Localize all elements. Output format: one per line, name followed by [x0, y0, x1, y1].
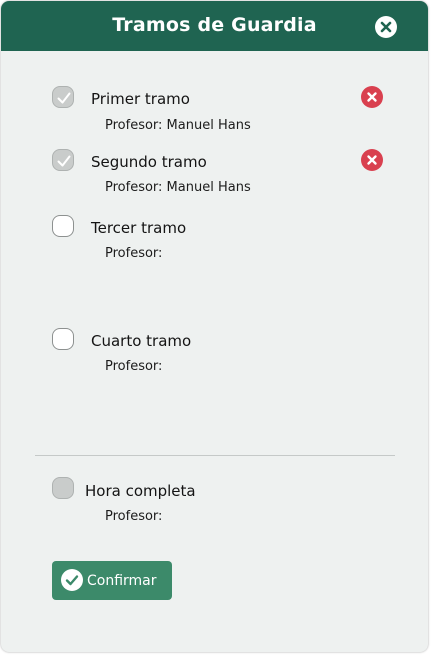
close-button[interactable] [375, 16, 397, 38]
checkbox-tercer-tramo[interactable] [52, 215, 74, 237]
checkbox-cuarto-tramo[interactable] [52, 328, 74, 350]
check-circle-icon [61, 569, 83, 591]
dialog-title: Tramos de Guardia [112, 14, 317, 36]
checkbox-primer-tramo[interactable] [52, 86, 74, 108]
teacher-label-tercer: Profesor: [105, 246, 163, 261]
teacher-label-full-hour: Profesor: [105, 509, 163, 524]
tramo-label-tercer: Tercer tramo [91, 219, 187, 237]
close-icon [367, 92, 377, 102]
teacher-label-cuarto: Profesor: [105, 359, 163, 374]
tramos-dialog: Tramos de Guardia Primer tramo Profesor:… [1, 1, 428, 652]
tramo-label-cuarto: Cuarto tramo [91, 332, 192, 350]
remove-primer-tramo-button[interactable] [361, 86, 383, 108]
remove-segundo-tramo-button[interactable] [361, 149, 383, 171]
confirm-label: Confirmar [87, 573, 157, 589]
close-icon [367, 155, 377, 165]
full-hour-label: Hora completa [85, 482, 196, 500]
dialog-header: Tramos de Guardia [1, 1, 428, 51]
confirm-button[interactable]: Confirmar [52, 561, 172, 600]
divider [35, 455, 395, 456]
tramo-label-segundo: Segundo tramo [91, 153, 207, 171]
check-icon [57, 92, 71, 104]
close-icon [380, 21, 392, 33]
checkbox-segundo-tramo[interactable] [52, 149, 74, 171]
teacher-label-primer: Profesor: Manuel Hans [105, 118, 251, 133]
check-icon [57, 155, 71, 167]
tramo-label-primer: Primer tramo [91, 90, 190, 108]
checkbox-hora-completa[interactable] [52, 477, 74, 499]
teacher-label-segundo: Profesor: Manuel Hans [105, 180, 251, 195]
